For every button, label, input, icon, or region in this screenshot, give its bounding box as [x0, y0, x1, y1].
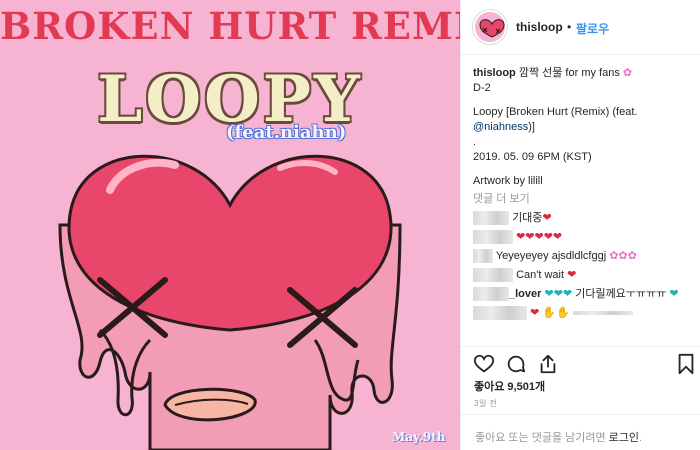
blurred-username[interactable]	[473, 268, 513, 283]
flower-emoji-icon: ✿	[622, 67, 633, 79]
heart-outline-icon[interactable]	[473, 353, 495, 375]
comment-text: Yeyeyeyey ajsdldlcfggj	[495, 250, 607, 262]
caption-artwork-credit: Artwork by lilill	[473, 175, 543, 187]
login-prompt-prefix: 좋아요 또는 댓글을 남기려면	[475, 432, 609, 444]
avatar[interactable]	[473, 10, 507, 44]
comment-username-suffix[interactable]: _lover	[509, 288, 541, 300]
follow-button[interactable]: 팔로우	[576, 20, 609, 37]
caption-line-1: thisloop 깜짝 선물 for my fans ✿	[473, 66, 697, 81]
caption-line-3: Loopy [Broken Hurt (Remix) (feat.	[473, 106, 638, 118]
comment-bubble-icon[interactable]	[505, 353, 527, 375]
action-bar	[461, 346, 700, 376]
post-image[interactable]: BROKEN HURT REMIX LOOPY (feat.niahn) May…	[0, 0, 460, 450]
heart-emoji-icon: ❤	[542, 212, 552, 224]
caption-line-2: D-2	[473, 82, 491, 94]
comment-text: 기다릴께요ㅜㅠㅠㅠ	[575, 288, 667, 300]
caption-text: 깜짝 선물 for my fans	[518, 67, 620, 79]
comments-list: thisloop 깜짝 선물 for my fans ✿ D-2 Loopy […	[473, 66, 697, 342]
share-arrow-icon[interactable]	[537, 353, 559, 375]
caption-line-4: @niahness)]	[473, 120, 697, 135]
comment-item: ❤ ✋✋	[473, 306, 697, 321]
blurred-username[interactable]	[473, 287, 509, 302]
heart-emoji-icon: ❤❤❤	[544, 288, 573, 300]
comment-item: ❤❤❤❤❤	[473, 230, 697, 245]
blurred-username[interactable]	[473, 230, 513, 245]
blurred-username[interactable]	[473, 306, 527, 321]
comment-text: Can't wait	[516, 269, 565, 281]
blurred-username[interactable]	[473, 211, 509, 226]
artwork-feat-text: (feat.niahn)	[226, 122, 347, 143]
load-more-comments-button[interactable]: 댓글 더 보기	[473, 192, 697, 207]
mention-link[interactable]: @niahness	[473, 121, 528, 133]
comment-item: _lover ❤❤❤ 기다릴께요ㅜㅠㅠㅠ ❤	[473, 287, 697, 302]
post-timestamp[interactable]: 3일 전	[474, 398, 497, 409]
comment-item: 기대중❤	[473, 211, 697, 226]
header-separator: •	[567, 20, 572, 34]
caption-datetime: 2019. 05. 09 6PM (KST)	[473, 151, 592, 163]
header-username-link[interactable]: thisloop	[516, 20, 563, 34]
heart-hand-emoji-icon: ❤ ✋✋	[530, 307, 570, 319]
heart-emoji-icon: ❤❤❤❤❤	[516, 231, 563, 243]
login-prompt-text: 좋아요 또는 댓글을 남기려면 로그인.	[475, 429, 642, 445]
bookmark-icon[interactable]	[675, 353, 697, 375]
caption-dot: .	[473, 136, 477, 148]
caption-line-4-end: )]	[528, 121, 535, 133]
comment-item: Can't wait ❤	[473, 268, 697, 283]
login-prompt-suffix: .	[639, 432, 643, 444]
blurred-username[interactable]	[473, 249, 493, 264]
blurred-text	[572, 311, 633, 316]
comment-text: 기대중	[512, 212, 543, 224]
flower-emoji-icon: ✿✿✿	[609, 250, 637, 262]
heart-emoji-icon: ❤	[669, 288, 679, 300]
artwork-banner-title: BROKEN HURT REMIX	[0, 4, 460, 48]
comment-item: Yeyeyeyey ajsdldlcfggj ✿✿✿	[473, 249, 697, 264]
heart-emoji-icon: ❤	[567, 269, 577, 281]
caption-username-link[interactable]: thisloop	[473, 67, 516, 79]
post-side-panel: thisloop • 팔로우 thisloop 깜짝 선물 for my fan…	[460, 0, 700, 450]
likes-count[interactable]: 좋아요 9,501개	[474, 378, 545, 394]
post-header: thisloop • 팔로우	[461, 0, 700, 55]
artwork-date-text: May.9th	[392, 430, 446, 444]
login-link[interactable]: 로그인	[609, 432, 639, 444]
login-prompt-bar: 좋아요 또는 댓글을 남기려면 로그인.	[461, 414, 700, 450]
avatar-heart-icon	[479, 19, 505, 38]
